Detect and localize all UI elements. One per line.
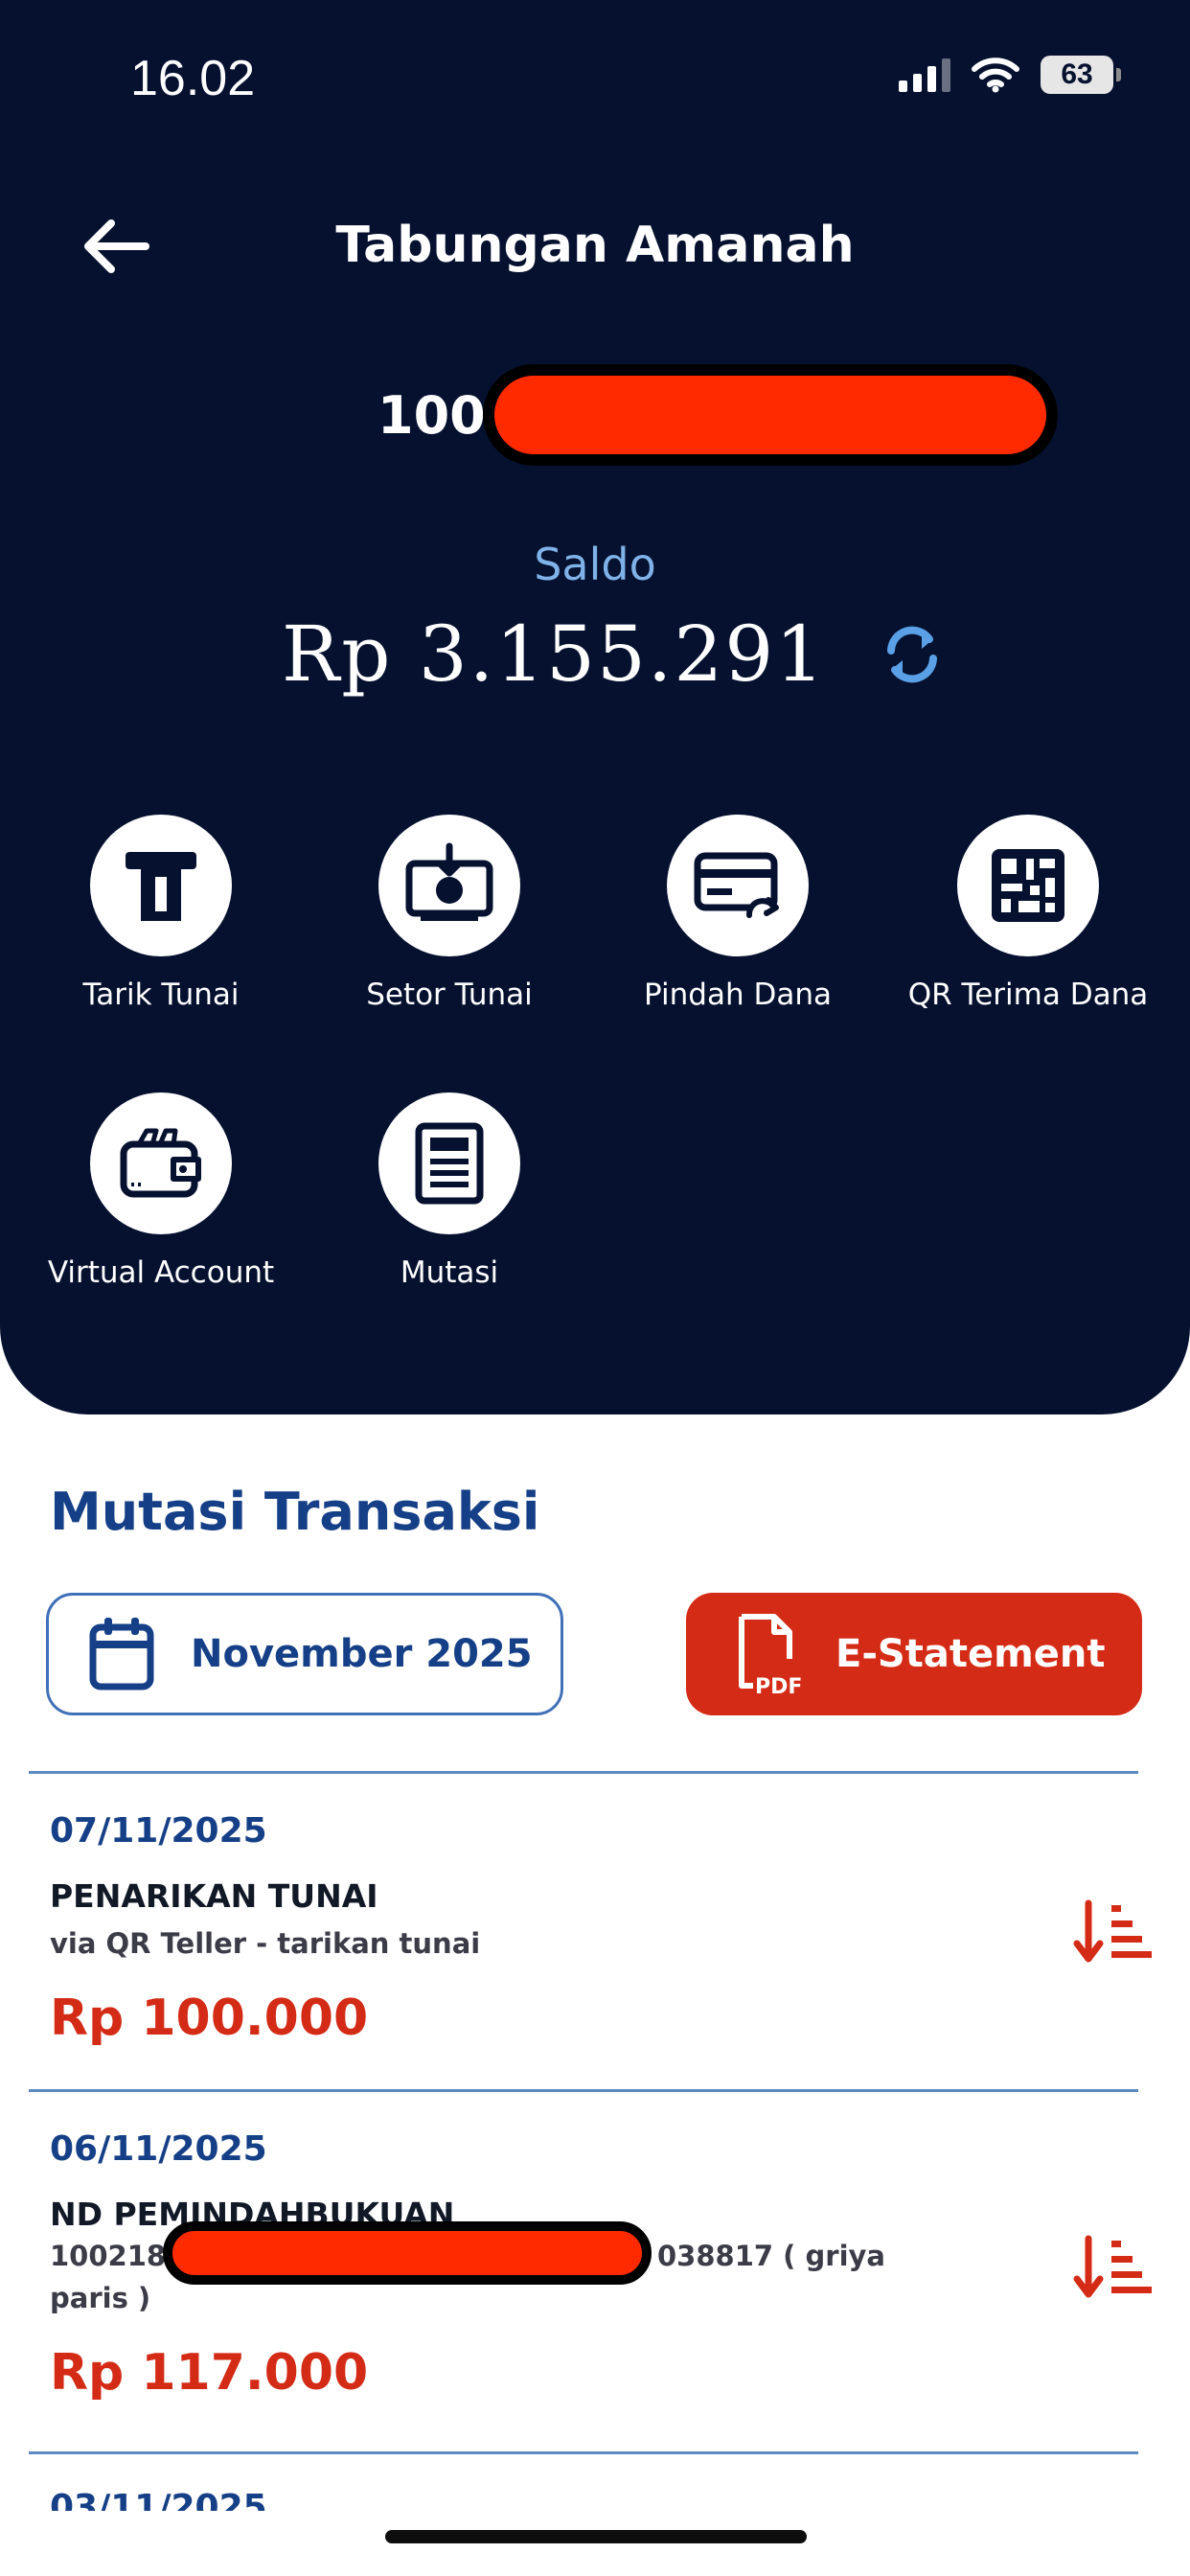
pdf-icon: PDF (739, 1614, 802, 1697)
document-icon (415, 1122, 484, 1205)
menu-setor-tunai[interactable]: Setor Tunai (325, 815, 574, 1017)
account-header: 16.02 63 Tabungan Amanah 100 Saldo Rp 3.… (0, 0, 1190, 1414)
transaction-item[interactable]: 07/11/2025 PENARIKAN TUNAI via QR Teller… (50, 1811, 1142, 2047)
month-label: November 2025 (191, 1632, 533, 1676)
transfer-card-icon (694, 852, 779, 918)
e-statement-button[interactable]: PDF E-Statement (686, 1593, 1142, 1715)
balance-amount: Rp 3.155.291 (281, 610, 827, 699)
battery-icon: 63 (1041, 56, 1121, 94)
menu-icon-circle (90, 1092, 232, 1234)
transaction-title: PENARIKAN TUNAI (50, 1877, 378, 1915)
transaction-amount: Rp 100.000 (50, 1990, 369, 2047)
menu-label: Virtual Account (47, 1255, 275, 1290)
e-statement-label: E-Statement (835, 1632, 1106, 1676)
menu-icon-circle (378, 815, 520, 956)
transaction-date: 06/11/2025 (50, 2129, 267, 2169)
transaction-description: via QR Teller - tarikan tunai (50, 1927, 481, 1960)
menu-label: QR Terima Dana (907, 978, 1149, 1012)
home-indicator[interactable] (385, 2530, 807, 2543)
menu-icon-circle (378, 1092, 520, 1234)
saldo-label: Saldo (534, 539, 656, 590)
calendar-icon (89, 1618, 154, 1690)
transaction-item-partial: 03/11/2025 (0, 2482, 1190, 2511)
cellular-signal-icon (899, 58, 950, 92)
menu-pindah-dana[interactable]: Pindah Dana (613, 815, 862, 1017)
divider (29, 1771, 1138, 1774)
menu-label: Setor Tunai (366, 978, 533, 1012)
menu-virtual-account[interactable]: Virtual Account (36, 1092, 286, 1295)
status-icons: 63 (899, 56, 1121, 94)
menu-icon-circle (957, 815, 1099, 956)
pdf-badge-text: PDF (755, 1675, 802, 1697)
menu-label: Tarik Tunai (82, 978, 240, 1012)
divider (29, 2451, 1138, 2454)
page-title: Tabungan Amanah (335, 217, 855, 274)
section-title: Mutasi Transaksi (50, 1482, 540, 1542)
debit-sort-icon (1073, 2235, 1152, 2298)
status-time: 16.02 (130, 51, 256, 106)
menu-qr-terima-dana[interactable]: QR Terima Dana (904, 815, 1153, 1017)
refresh-icon[interactable] (878, 620, 947, 689)
menu-icon-circle (90, 815, 232, 956)
wallet-icon (120, 1128, 201, 1198)
menu-label: Mutasi (400, 1255, 499, 1290)
menu-mutasi[interactable]: Mutasi (325, 1092, 574, 1295)
menu-icon-circle (667, 815, 809, 956)
redaction-mark (483, 364, 1058, 466)
qr-code-icon (992, 849, 1064, 922)
divider (29, 2089, 1138, 2092)
atm-withdraw-icon (126, 852, 196, 921)
month-picker-button[interactable]: November 2025 (46, 1593, 563, 1715)
wifi-icon (972, 58, 1019, 93)
battery-level: 63 (1061, 58, 1093, 90)
transaction-amount: Rp 117.000 (50, 2344, 369, 2402)
cash-deposit-icon (405, 842, 493, 921)
menu-tarik-tunai[interactable]: Tarik Tunai (36, 815, 286, 1017)
account-number-prefix: 100 (378, 385, 486, 446)
transaction-date: 07/11/2025 (50, 1811, 267, 1851)
debit-sort-icon (1073, 1899, 1152, 1963)
menu-label: Pindah Dana (644, 978, 832, 1012)
transaction-description-end: 038817 ( griya (657, 2240, 885, 2272)
balance-row: Rp 3.155.291 (0, 610, 1190, 699)
transaction-date: 03/11/2025 (50, 2488, 267, 2511)
redaction-mark (163, 2221, 652, 2285)
